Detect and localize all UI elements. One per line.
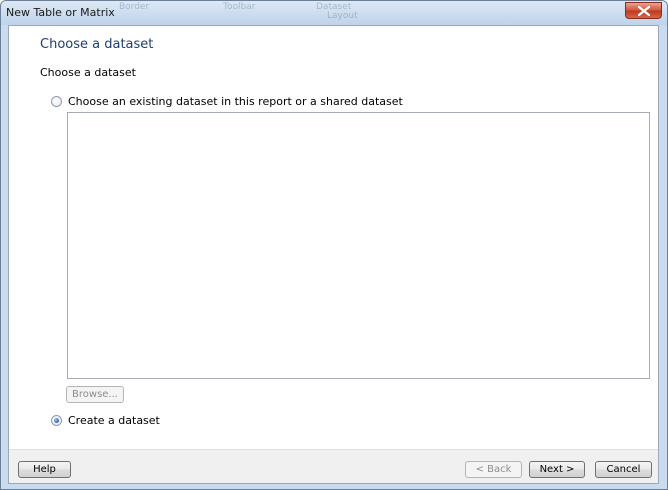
cancel-button[interactable]: Cancel — [595, 461, 652, 478]
create-dataset-option[interactable]: Create a dataset — [51, 413, 160, 427]
page-subtitle: Choose a dataset — [40, 66, 136, 79]
browse-button[interactable]: Browse... — [66, 386, 124, 403]
existing-dataset-label: Choose an existing dataset in this repor… — [68, 94, 403, 108]
close-button[interactable] — [625, 2, 662, 19]
background-text: Layout — [327, 11, 358, 21]
background-text: Toolbar — [223, 2, 256, 12]
background-text: Border — [119, 2, 150, 12]
dialog-window: Border Toolbar Dataset Layout New Table … — [0, 0, 668, 490]
help-button[interactable]: Help — [18, 461, 71, 478]
dataset-list[interactable] — [67, 112, 650, 379]
create-dataset-label: Create a dataset — [68, 413, 160, 427]
page-title: Choose a dataset — [40, 37, 154, 52]
button-bar: Help < Back Next > Cancel — [9, 449, 658, 483]
back-button[interactable]: < Back — [465, 461, 522, 478]
window-title: New Table or Matrix — [6, 6, 115, 19]
next-button[interactable]: Next > — [529, 461, 585, 478]
existing-dataset-option[interactable]: Choose an existing dataset in this repor… — [51, 94, 403, 108]
close-icon — [638, 6, 650, 16]
create-dataset-radio[interactable] — [51, 414, 62, 426]
title-bar[interactable]: Border Toolbar Dataset Layout New Table … — [1, 1, 667, 25]
dialog-content: Choose a dataset Choose a dataset Choose… — [8, 25, 659, 484]
existing-dataset-radio[interactable] — [51, 95, 62, 107]
